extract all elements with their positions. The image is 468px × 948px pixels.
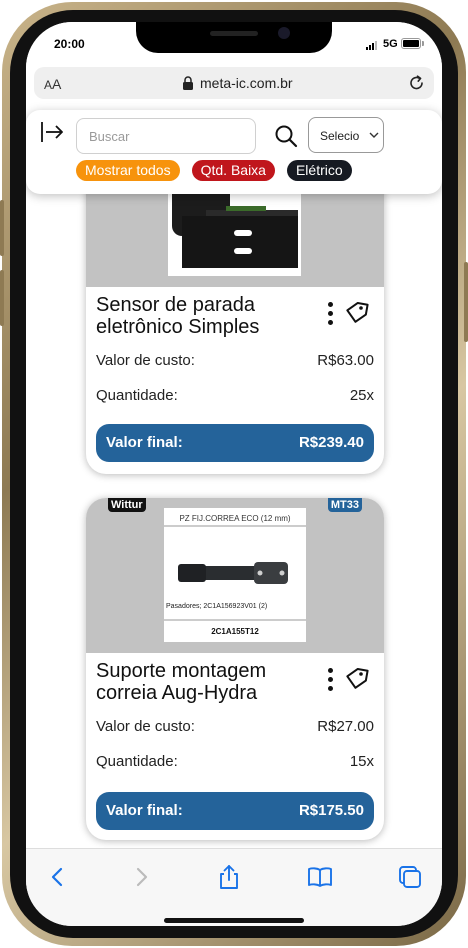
- chip-electric[interactable]: Elétrico: [286, 160, 352, 181]
- browser-toolbar: [26, 848, 442, 926]
- filter-panel: Selecio Mostrar todos Qtd. Baixa Elétrico: [26, 110, 442, 194]
- bookmarks-icon[interactable]: [306, 863, 334, 891]
- address-bar[interactable]: AA meta-ic.com.br: [34, 67, 434, 99]
- filter-chips: Mostrar todos Qtd. Baixa Elétrico: [76, 160, 396, 184]
- tabs-icon[interactable]: [396, 863, 424, 891]
- search-input[interactable]: [76, 118, 256, 154]
- battery-icon: [401, 38, 421, 49]
- quantity-value: 15x: [349, 753, 374, 770]
- cost-value: R$27.00: [317, 718, 374, 735]
- more-options-icon[interactable]: [328, 302, 334, 326]
- product-image: PZ FIJ.CORREA ECO (12 mm) Pasadores; 2C1…: [86, 498, 384, 653]
- phone-screen: Sensor de parada eletrônico Simples Valo…: [26, 22, 442, 926]
- final-price-bar[interactable]: Valor final: R$239.40: [96, 424, 374, 462]
- exit-icon[interactable]: [40, 120, 66, 144]
- notch: [136, 22, 332, 53]
- search-icon[interactable]: [274, 124, 298, 148]
- battery-tip: [422, 41, 424, 46]
- more-options-icon[interactable]: [328, 668, 334, 692]
- tag-icon[interactable]: [344, 666, 370, 692]
- lock-icon: [183, 76, 193, 90]
- cost-value: R$63.00: [317, 352, 374, 369]
- final-price-label: Valor final:: [106, 802, 183, 819]
- speaker: [210, 31, 258, 36]
- side-button-right: [464, 262, 468, 342]
- home-indicator: [164, 918, 304, 923]
- code-badge: MT33: [327, 498, 362, 512]
- side-button-left: [0, 200, 4, 256]
- chevron-down-icon: [369, 132, 379, 138]
- brand-badge: Wittur: [108, 498, 146, 512]
- cost-label: Valor de custo:: [96, 352, 195, 369]
- tag-icon[interactable]: [344, 300, 370, 326]
- image-caption-text: Pasadores; 2C1A156923V01 (2): [166, 603, 268, 610]
- chip-show-all[interactable]: Mostrar todos: [76, 160, 180, 181]
- quantity-label: Quantidade:: [96, 753, 178, 770]
- status-time: 20:00: [54, 37, 85, 51]
- quantity-label: Quantidade:: [96, 387, 178, 404]
- final-price-bar[interactable]: Valor final: R$175.50: [96, 792, 374, 830]
- image-footer-text: 2C1A155T12: [211, 627, 259, 636]
- forward-icon[interactable]: [127, 863, 155, 891]
- quantity-value: 25x: [349, 387, 374, 404]
- product-title: Suporte montagem correia Aug-Hydra: [96, 660, 267, 704]
- product-card[interactable]: PZ FIJ.CORREA ECO (12 mm) Pasadores; 2C1…: [86, 498, 384, 840]
- front-camera: [278, 27, 290, 39]
- chip-low-quantity[interactable]: Qtd. Baixa: [191, 160, 275, 181]
- side-button-left-lower: [0, 270, 4, 326]
- status-bar: 20:00 5G: [26, 22, 442, 68]
- final-price-value: R$239.40: [298, 434, 364, 451]
- image-header-text: PZ FIJ.CORREA ECO (12 mm): [179, 514, 291, 523]
- network-type: 5G: [383, 38, 398, 50]
- url-text[interactable]: meta-ic.com.br: [200, 75, 293, 91]
- share-icon[interactable]: [215, 863, 243, 891]
- final-price-label: Valor final:: [106, 434, 183, 451]
- back-icon[interactable]: [44, 863, 72, 891]
- signal-icon: [366, 40, 380, 50]
- reload-icon[interactable]: [408, 74, 426, 92]
- cost-label: Valor de custo:: [96, 718, 195, 735]
- product-title: Sensor de parada eletrônico Simples: [96, 294, 260, 338]
- text-size-button[interactable]: AA: [44, 76, 61, 92]
- category-select[interactable]: Selecio: [308, 117, 384, 153]
- final-price-value: R$175.50: [298, 802, 364, 819]
- category-select-value: Selecio: [320, 129, 360, 143]
